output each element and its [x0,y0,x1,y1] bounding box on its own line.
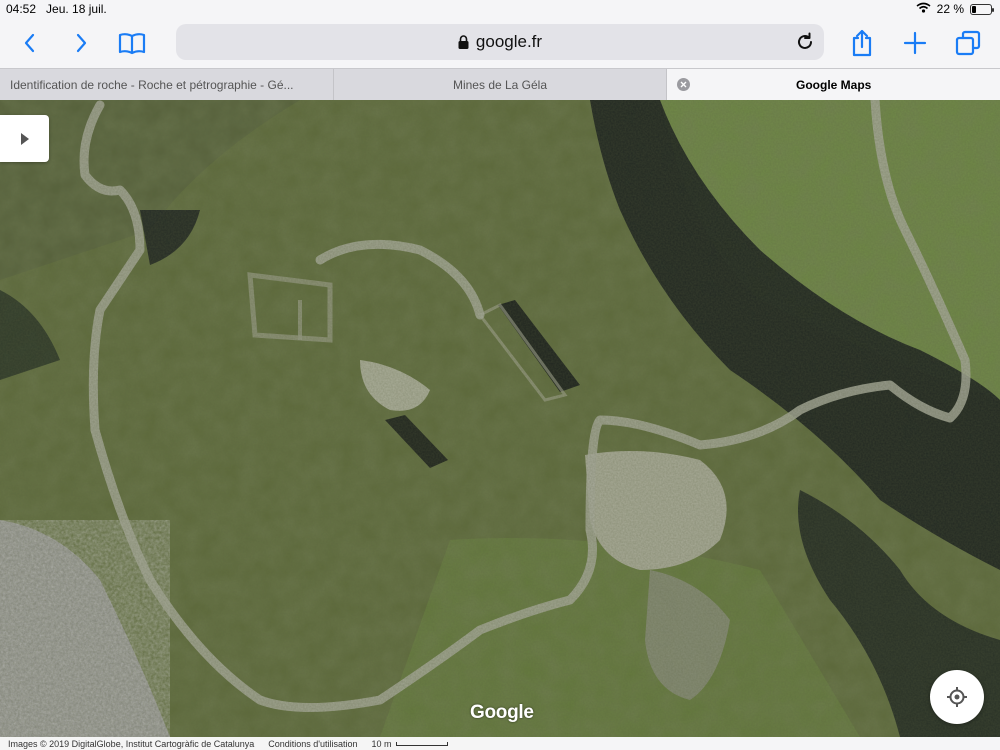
tab-label: Identification de roche - Roche et pétro… [10,77,294,92]
scale-indicator: 10 m [372,739,448,749]
bookmarks-icon [118,33,146,55]
back-icon [24,33,35,53]
satellite-map[interactable]: Google [0,100,1000,737]
back-button[interactable] [13,26,47,60]
imagery-attribution: Images © 2019 DigitalGlobe, Institut Car… [8,738,255,749]
browser-toolbar: google.fr [0,18,1000,68]
forward-button[interactable] [64,26,98,60]
battery-fill [972,5,976,13]
locate-me-button[interactable] [930,670,984,724]
reload-icon [798,32,812,49]
status-date: Jeu. 18 juil. [46,2,107,16]
url-text: google.fr [475,32,543,51]
share-button[interactable] [845,26,879,60]
tab-label: Google Maps [796,77,872,92]
terms-link[interactable]: Conditions d'utilisation [268,739,357,749]
ipad-screen: 04:52 Jeu. 18 juil. 22 % google.fr Ident… [0,0,1000,750]
new-tab-button[interactable] [898,26,932,60]
status-time: 04:52 [6,2,37,16]
tab-bar: Identification de roche - Roche et pétro… [0,68,1000,100]
map-attribution-bar: Images © 2019 DigitalGlobe, Institut Car… [0,737,490,750]
tabs-icon [955,30,981,56]
address-bar[interactable]: google.fr [176,24,824,60]
google-logo: Google [470,702,534,723]
close-icon[interactable] [677,78,691,91]
share-icon [852,29,872,57]
bookmarks-button[interactable] [115,26,149,60]
tab-identification-roche[interactable]: Identification de roche - Roche et pétro… [0,69,334,100]
status-bar: 04:52 Jeu. 18 juil. 22 % [0,0,1000,18]
satellite-imagery [0,100,1000,737]
battery-icon [970,3,994,15]
tab-label: Mines de La Géla [452,77,548,92]
tabs-button[interactable] [951,26,985,60]
sidebar-toggle-button[interactable] [0,115,49,162]
wifi-icon [916,2,931,16]
reload-button[interactable] [794,31,816,53]
scale-bar [395,741,448,746]
scale-label: 10 m [371,738,392,749]
tab-google-maps[interactable]: Google Maps [667,69,1000,100]
lock-icon [458,35,469,49]
forward-icon [76,33,87,53]
new-tab-icon [903,31,927,55]
tab-mines-la-gela[interactable]: Mines de La Géla [334,69,668,100]
locate-icon [947,687,967,707]
play-icon [20,132,29,145]
battery-percent: 22 % [936,2,964,16]
